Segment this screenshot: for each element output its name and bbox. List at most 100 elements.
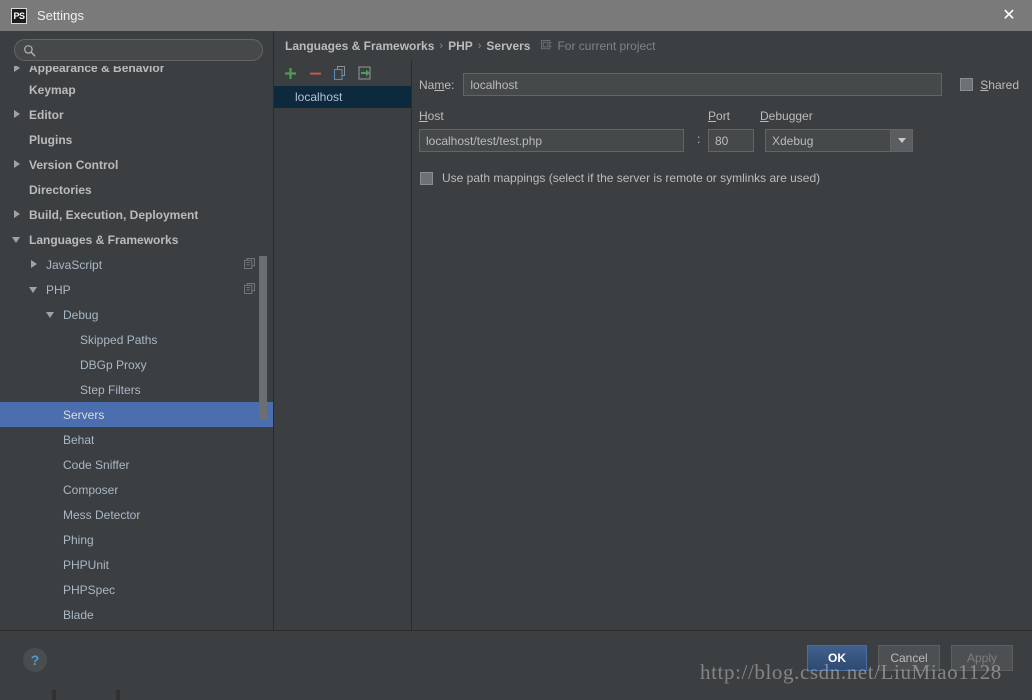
sidebar-item-phing[interactable]: Phing — [0, 527, 273, 552]
chevron-right-icon[interactable] — [12, 66, 23, 74]
breadcrumb-item-php[interactable]: PHP — [448, 39, 473, 53]
sidebar-item-dbgp-proxy[interactable]: DBGp Proxy — [0, 352, 273, 377]
server-list-item[interactable]: localhost — [274, 86, 411, 108]
shared-label: Shared — [980, 78, 1019, 92]
sidebar-item-label: Keymap — [29, 82, 76, 97]
sidebar-item-label: Build, Execution, Deployment — [29, 207, 199, 222]
servers-panel: localhost Name: Shared Host Port — [274, 60, 1032, 630]
sidebar-item-version-control[interactable]: Version Control — [0, 152, 273, 177]
remove-server-button[interactable] — [307, 65, 323, 81]
taskbar-segment — [0, 690, 52, 700]
sidebar-item-label: DBGp Proxy — [80, 357, 147, 372]
cancel-button[interactable]: Cancel — [878, 645, 940, 671]
debugger-label-rest: ebugger — [768, 109, 813, 123]
sidebar-item-languages-frameworks[interactable]: Languages & Frameworks — [0, 227, 273, 252]
chevron-down-icon[interactable] — [46, 309, 57, 320]
help-icon[interactable]: ? — [23, 648, 47, 672]
import-server-button[interactable] — [357, 65, 373, 81]
sidebar-scrollbar-track[interactable] — [259, 66, 270, 630]
sidebar-item-phpspec[interactable]: PHPSpec — [0, 577, 273, 602]
use-path-mappings-label: Use path mappings (select if the server … — [442, 171, 821, 185]
sidebar-item-label: Composer — [63, 482, 119, 497]
sidebar-item-composer[interactable]: Composer — [0, 477, 273, 502]
apply-button[interactable]: Apply — [951, 645, 1013, 671]
sidebar-item-label: Blade — [63, 607, 94, 622]
sidebar-item-directories[interactable]: Directories — [0, 177, 273, 202]
path-mappings-row[interactable]: Use path mappings (select if the server … — [412, 171, 1032, 185]
sidebar-item-debug[interactable]: Debug — [0, 302, 273, 327]
server-details: Name: Shared Host Port Debugger — [412, 60, 1032, 630]
chevron-right-icon[interactable] — [29, 259, 40, 270]
copy-settings-icon[interactable] — [244, 283, 255, 294]
settings-dialog: PS Settings ✕ Appearance & Behavior Keyma… — [0, 0, 1032, 690]
copy-icon — [333, 66, 345, 80]
settings-sidebar: Appearance & Behavior Keymap Editor Plugins… — [0, 31, 274, 630]
name-input[interactable] — [463, 73, 943, 96]
port-label-rest: ort — [716, 109, 731, 123]
sidebar-item-javascript[interactable]: JavaScript — [0, 252, 273, 277]
sidebar-item-php[interactable]: PHP — [0, 277, 273, 302]
sidebar-item-build-execution-deployment[interactable]: Build, Execution, Deployment — [0, 202, 273, 227]
chevron-down-icon[interactable] — [29, 284, 40, 295]
chevron-down-icon[interactable] — [890, 130, 912, 151]
sidebar-item-skipped-paths[interactable]: Skipped Paths — [0, 327, 273, 352]
breadcrumb-item-languages[interactable]: Languages & Frameworks — [285, 39, 434, 53]
chevron-down-icon[interactable] — [12, 234, 23, 245]
project-scope-icon — [541, 40, 553, 50]
search-icon — [24, 44, 36, 56]
breadcrumb-item-servers: Servers — [486, 38, 531, 53]
chevron-right-icon[interactable] — [12, 159, 23, 170]
settings-tree: Appearance & Behavior Keymap Editor Plugins… — [0, 66, 273, 630]
sidebar-item-editor[interactable]: Editor — [0, 102, 273, 127]
sidebar-item-mess-detector[interactable]: Mess Detector — [0, 502, 273, 527]
host-input[interactable] — [419, 129, 684, 152]
breadcrumb: Languages & Frameworks › PHP › Servers F… — [274, 31, 1032, 60]
sidebar-item-appearance-behavior[interactable]: Appearance & Behavior — [0, 66, 273, 77]
sidebar-item-servers[interactable]: Servers — [0, 402, 273, 427]
add-server-button[interactable] — [282, 65, 298, 81]
sidebar-item-label: Appearance & Behavior — [29, 66, 165, 75]
port-label-mnemonic: P — [708, 109, 717, 123]
sidebar-item-label: JavaScript — [46, 257, 103, 272]
server-list-column: localhost — [274, 60, 412, 630]
sidebar-item-code-sniffer[interactable]: Code Sniffer — [0, 452, 273, 477]
sidebar-item-step-filters[interactable]: Step Filters — [0, 377, 273, 402]
taskbar-segment — [56, 690, 116, 700]
chevron-right-icon[interactable] — [12, 109, 23, 120]
shared-checkbox-wrap[interactable]: Shared — [960, 78, 1019, 92]
sidebar-item-blade[interactable]: Blade — [0, 602, 273, 627]
server-list[interactable]: localhost — [274, 86, 411, 630]
host-port-debugger-fields: : Xdebug — [412, 129, 1032, 153]
host-port-debugger-labels: Host Port Debugger — [412, 109, 1032, 126]
sidebar-item-label: Mess Detector — [63, 507, 141, 522]
port-input[interactable] — [708, 129, 754, 152]
title-bar: PS Settings ✕ — [0, 0, 1032, 31]
taskbar-segment — [120, 690, 1032, 700]
shared-checkbox[interactable] — [960, 78, 974, 91]
server-list-item-label: localhost — [295, 90, 343, 104]
desktop-taskbar — [0, 690, 1032, 700]
copy-settings-icon[interactable] — [244, 258, 255, 269]
chevron-right-icon[interactable] — [12, 209, 23, 220]
search-input[interactable] — [40, 41, 262, 59]
use-path-mappings-checkbox[interactable] — [420, 171, 433, 185]
debugger-select[interactable]: Xdebug — [765, 129, 913, 152]
sidebar-item-behat[interactable]: Behat — [0, 427, 273, 452]
copy-server-button[interactable] — [332, 65, 348, 81]
settings-main-panel: Languages & Frameworks › PHP › Servers F… — [274, 31, 1032, 630]
name-label: Name: — [419, 77, 455, 92]
sidebar-item-phpunit[interactable]: PHPUnit — [0, 552, 273, 577]
host-label: Host — [419, 109, 444, 123]
import-arrow-icon — [358, 66, 371, 80]
sidebar-item-label: Editor — [29, 107, 64, 122]
ok-button[interactable]: OK — [807, 645, 867, 671]
search-box[interactable] — [14, 39, 263, 61]
port-label: Port — [708, 109, 730, 123]
sidebar-item-keymap[interactable]: Keymap — [0, 77, 273, 102]
close-icon[interactable]: ✕ — [986, 0, 1032, 31]
sidebar-scrollbar-thumb[interactable] — [259, 256, 267, 419]
sidebar-item-plugins[interactable]: Plugins — [0, 127, 273, 152]
